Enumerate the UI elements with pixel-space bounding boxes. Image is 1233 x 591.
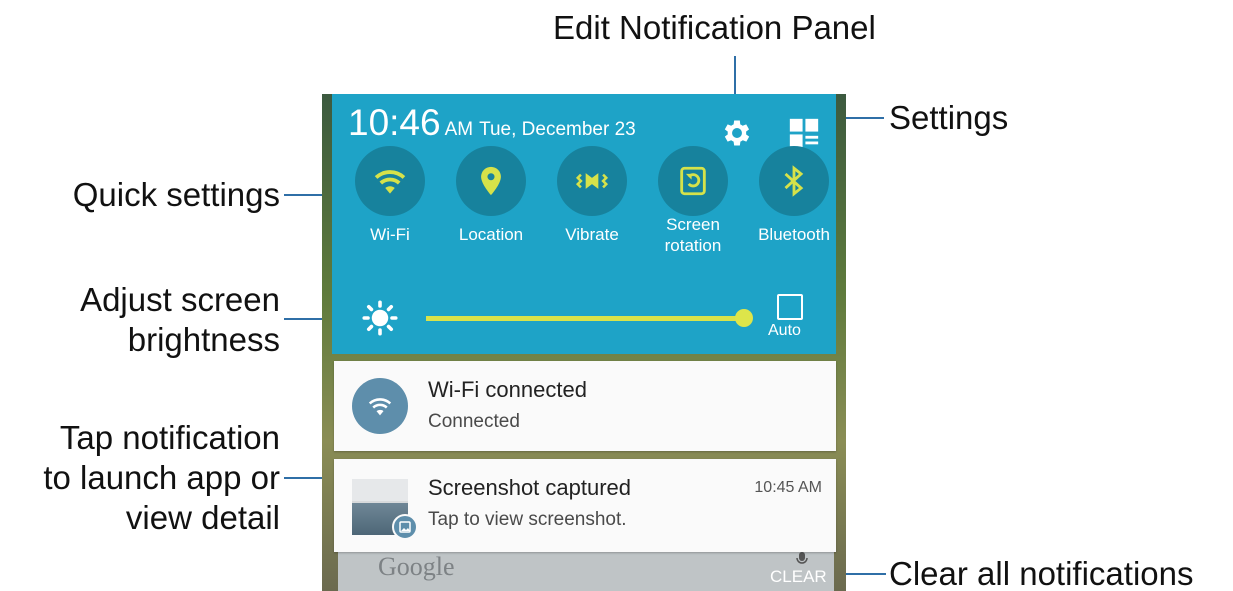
quick-setting-wifi-circle — [355, 146, 425, 216]
brightness-row: Auto — [332, 294, 836, 344]
quick-setting-bluetooth-circle — [759, 146, 829, 216]
notification-time: 10:45 AM — [754, 479, 822, 496]
quick-setting-location[interactable]: Location — [443, 146, 539, 245]
screenshot-thumbnail-header — [352, 479, 408, 501]
clock-time: 10:46 — [348, 102, 441, 143]
callout-tap-line3: view detail — [125, 499, 280, 536]
quick-setting-vibrate[interactable]: Vibrate — [544, 146, 640, 245]
quick-setting-bluetooth[interactable]: Bluetooth — [746, 146, 842, 245]
notification-wifi-connected[interactable]: Wi-Fi connected Connected — [334, 361, 836, 451]
notification-title: Wi-Fi connected — [428, 377, 587, 402]
auto-brightness-label: Auto — [768, 322, 801, 339]
notification-subtitle: Connected — [428, 411, 520, 432]
wifi-icon — [368, 398, 392, 416]
callout-tap-line1: Tap notification — [59, 419, 280, 456]
callout-edit-notification-panel: Edit Notification Panel — [553, 9, 876, 46]
brightness-slider-track[interactable] — [426, 316, 738, 321]
clear-notifications-button[interactable]: CLEAR — [770, 567, 827, 587]
callout-adjust-brightness: Adjust screen brightness — [20, 280, 280, 360]
callout-clear-all: Clear all notifications — [889, 555, 1194, 591]
quick-setting-location-label: Location — [458, 225, 524, 244]
wifi-notification-avatar — [352, 378, 408, 434]
brightness-sun-icon — [362, 300, 398, 336]
notification-screenshot-captured[interactable]: Screenshot captured Tap to view screensh… — [334, 459, 836, 552]
callout-tap-line2: to launch app or — [43, 459, 280, 496]
gallery-badge-icon — [392, 514, 418, 540]
wifi-icon — [374, 170, 406, 194]
notification-panel: 10:46 AM Tue, December 23 Wi-Fi Location… — [332, 94, 836, 354]
quick-setting-vibrate-circle — [557, 146, 627, 216]
notification-subtitle: Tap to view screenshot. — [428, 509, 627, 530]
screen-rotation-icon — [680, 166, 706, 196]
notification-title: Screenshot captured — [428, 475, 632, 500]
edit-panel-grid-icon[interactable] — [787, 116, 821, 150]
google-search-text: Google — [378, 552, 455, 581]
quick-setting-wifi-label: Wi-Fi — [370, 225, 410, 244]
callout-quick-settings: Quick settings — [72, 176, 280, 213]
status-date: Tue, December 23 — [479, 119, 636, 140]
leader-line-clear-all — [846, 573, 886, 575]
auto-brightness-checkbox[interactable] — [777, 294, 803, 320]
location-icon — [481, 166, 501, 196]
quick-setting-wifi[interactable]: Wi-Fi — [342, 146, 438, 245]
image-icon — [399, 521, 411, 533]
annotated-screenshot: Edit Notification Panel Settings Quick s… — [0, 0, 1233, 591]
quick-setting-screen-rotation[interactable]: Screen rotation — [645, 146, 741, 256]
phone-screen: 10:46 AM Tue, December 23 Wi-Fi Location… — [322, 94, 846, 591]
quick-setting-bluetooth-label: Bluetooth — [758, 225, 830, 244]
mic-icon — [796, 552, 808, 564]
gear-icon[interactable] — [720, 116, 754, 150]
status-clock: 10:46 AM Tue, December 23 — [348, 102, 636, 144]
vibrate-icon — [575, 173, 609, 189]
brightness-slider-thumb[interactable] — [735, 309, 753, 327]
quick-setting-vibrate-label: Vibrate — [565, 225, 619, 244]
callout-adjust-brightness-line2: brightness — [127, 321, 280, 358]
callout-settings: Settings — [889, 99, 1009, 136]
callout-adjust-brightness-line1: Adjust screen — [80, 281, 280, 318]
bluetooth-icon — [784, 165, 804, 197]
quick-setting-screen-rotation-label: Screen rotation — [664, 215, 722, 255]
quick-setting-screen-rotation-circle — [658, 146, 728, 216]
clock-ampm: AM — [444, 119, 474, 140]
home-screen-search-bar: Google — [338, 552, 834, 591]
quick-setting-location-circle — [456, 146, 526, 216]
callout-tap-notification: Tap notification to launch app or view d… — [0, 418, 280, 538]
